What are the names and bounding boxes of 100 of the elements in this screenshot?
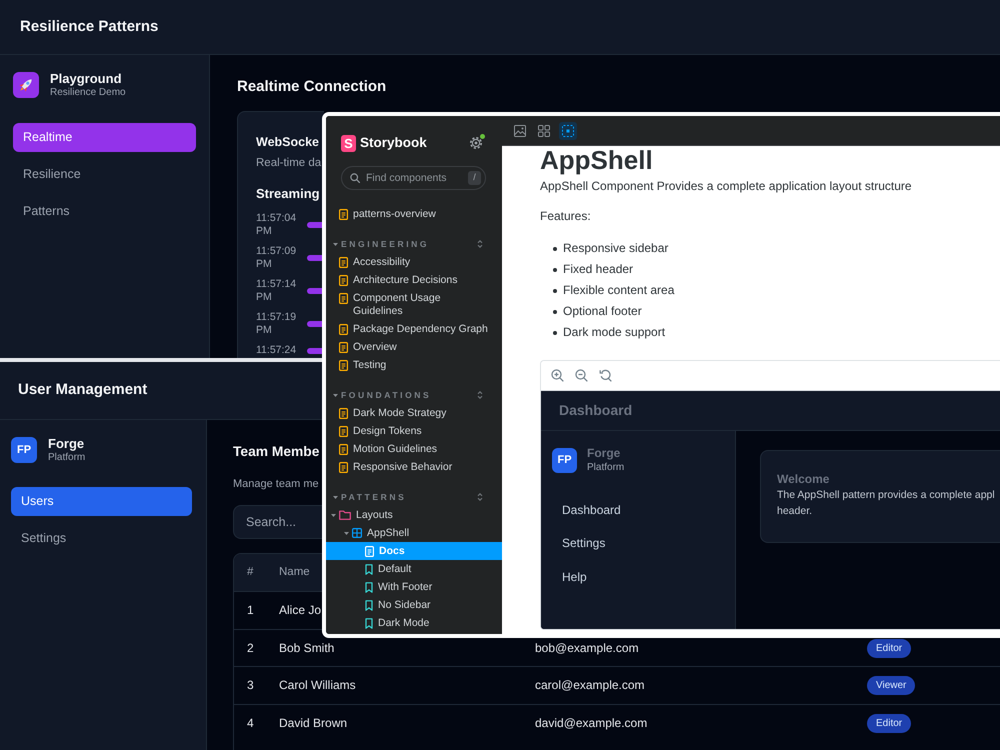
tree-item[interactable]: patterns-overview	[326, 205, 502, 223]
table-cell-text: david@example.com	[535, 714, 648, 732]
dashed-square-icon[interactable]	[559, 122, 577, 140]
logo-initials: FP	[552, 448, 577, 472]
role-badge: Editor	[867, 638, 912, 658]
nav-item[interactable]: Settings	[552, 528, 724, 558]
table-cell-text: David Brown	[279, 714, 348, 732]
app-title: Dashboard	[559, 401, 632, 420]
settings-icon[interactable]	[469, 136, 483, 150]
bookmark-icon	[365, 564, 373, 574]
table-cell-text: 1	[247, 602, 254, 620]
table-cell-text: Alice Jo	[279, 602, 322, 620]
grid-icon[interactable]	[538, 124, 550, 136]
app-title: User Management	[18, 380, 148, 400]
logo-mark: S	[341, 134, 356, 152]
caret-icon[interactable]	[333, 242, 338, 246]
table-cell-text: carol@example.com	[535, 677, 645, 694]
nav-item[interactable]: Patterns	[13, 197, 196, 226]
bullet-icon	[553, 246, 557, 250]
nav-item[interactable]: Help	[552, 562, 724, 591]
nav-item[interactable]: Realtime	[13, 123, 196, 152]
features-label: Features:	[540, 208, 591, 225]
document-icon	[339, 208, 348, 220]
card-subtitle: Real-time da	[256, 156, 322, 171]
document-icon	[339, 324, 348, 334]
list-item: Flexible content area	[563, 282, 674, 299]
app-title: Storybook	[360, 134, 427, 152]
nav-item[interactable]: Dashboard	[552, 495, 724, 524]
brand-name: Forge	[48, 436, 86, 451]
brand-subtitle: Platform	[48, 451, 86, 464]
table-cell-text: 3	[247, 677, 254, 694]
brand-name: Playground	[50, 71, 123, 86]
logo-initials: FP	[11, 437, 37, 463]
caret-icon[interactable]	[333, 392, 338, 398]
document-icon	[339, 274, 348, 286]
list-item: Fixed header	[563, 261, 634, 278]
page-heading: AppShell	[540, 146, 653, 174]
document-icon	[339, 408, 348, 418]
tree-item[interactable]: Package Dependency Graph	[326, 320, 502, 338]
tree-item[interactable]: With Footer	[326, 578, 502, 596]
section-title[interactable]: ENGINEERING	[341, 238, 430, 250]
tree-item[interactable]: Responsive Behavior	[326, 458, 502, 476]
document-icon	[339, 426, 348, 436]
brand-name: Forge	[587, 446, 622, 461]
card-text: header.	[777, 504, 814, 519]
tree-item[interactable]: Dark Mode	[326, 614, 502, 632]
tree-item[interactable]: Overview	[326, 338, 502, 356]
tree-item[interactable]: Design Tokens	[326, 422, 502, 440]
section-title[interactable]: PATTERNS	[341, 490, 406, 504]
timestamp: 11:57:04 PM	[256, 212, 298, 238]
up-down-chevron-icon[interactable]	[477, 239, 483, 249]
zoom-out-icon[interactable]	[575, 369, 588, 382]
tree-item[interactable]: AppShell	[326, 524, 502, 542]
rocket-icon	[13, 72, 39, 98]
tree-item[interactable]: Component Usage Guidelines	[326, 289, 502, 320]
timestamp: 11:57:14 PM	[256, 278, 298, 304]
table-cell-text: 2	[247, 640, 254, 657]
tree-item[interactable]: Default	[326, 560, 502, 578]
role-badge: Viewer	[867, 676, 916, 696]
tree-item[interactable]: Layouts	[326, 506, 502, 524]
brand-subtitle: Platform	[587, 461, 624, 474]
timestamp: 11:57:24	[256, 344, 298, 357]
tree-item[interactable]: Motion Guidelines	[326, 440, 502, 458]
search-field[interactable]: Search...	[233, 505, 324, 539]
image-icon[interactable]	[514, 124, 526, 136]
section-title[interactable]: FOUNDATIONS	[341, 388, 432, 402]
folder-icon	[339, 510, 351, 520]
tree-item[interactable]: Accessibility	[326, 253, 502, 271]
bookmark-icon	[365, 618, 373, 628]
nav-item[interactable]: Resilience	[13, 160, 196, 189]
tree-item[interactable]: Testing	[326, 356, 502, 374]
bullet-icon	[553, 288, 557, 292]
tree-item[interactable]: Dark Mode Strategy	[326, 404, 502, 422]
page-subtitle: Manage team me	[233, 477, 319, 492]
tree-item[interactable]: Architecture Decisions	[326, 271, 502, 289]
document-icon	[339, 360, 348, 370]
document-icon	[339, 462, 348, 472]
timestamp: 11:57:09 PM	[256, 245, 298, 271]
caret-icon[interactable]	[333, 494, 338, 500]
table-cell-text: bob@example.com	[535, 640, 639, 657]
description-text: AppShell Component Provides a complete application layout structure	[540, 178, 912, 195]
table-cell-text: 4	[247, 714, 254, 732]
zoom-in-icon[interactable]	[551, 369, 564, 382]
search-icon	[350, 173, 360, 183]
document-icon	[365, 546, 374, 556]
bookmark-icon	[365, 600, 373, 610]
reset-zoom-icon[interactable]	[599, 369, 612, 382]
nav-item[interactable]: Settings	[11, 524, 192, 553]
grid-icon	[352, 528, 362, 538]
list-item: Optional footer	[563, 303, 642, 320]
caret-icon[interactable]	[344, 530, 349, 536]
timestamp: 11:57:19 PM	[256, 311, 298, 337]
page-title: Team Membe	[233, 443, 320, 461]
caret-icon[interactable]	[331, 512, 336, 518]
page-title: Realtime Connection	[237, 77, 386, 97]
app-title: Resilience Patterns	[20, 16, 158, 37]
nav-item[interactable]: Users	[11, 487, 192, 516]
tree-item[interactable]: No Sidebar	[326, 596, 502, 614]
up-down-chevron-icon[interactable]	[477, 390, 483, 400]
up-down-chevron-icon[interactable]	[477, 492, 483, 502]
